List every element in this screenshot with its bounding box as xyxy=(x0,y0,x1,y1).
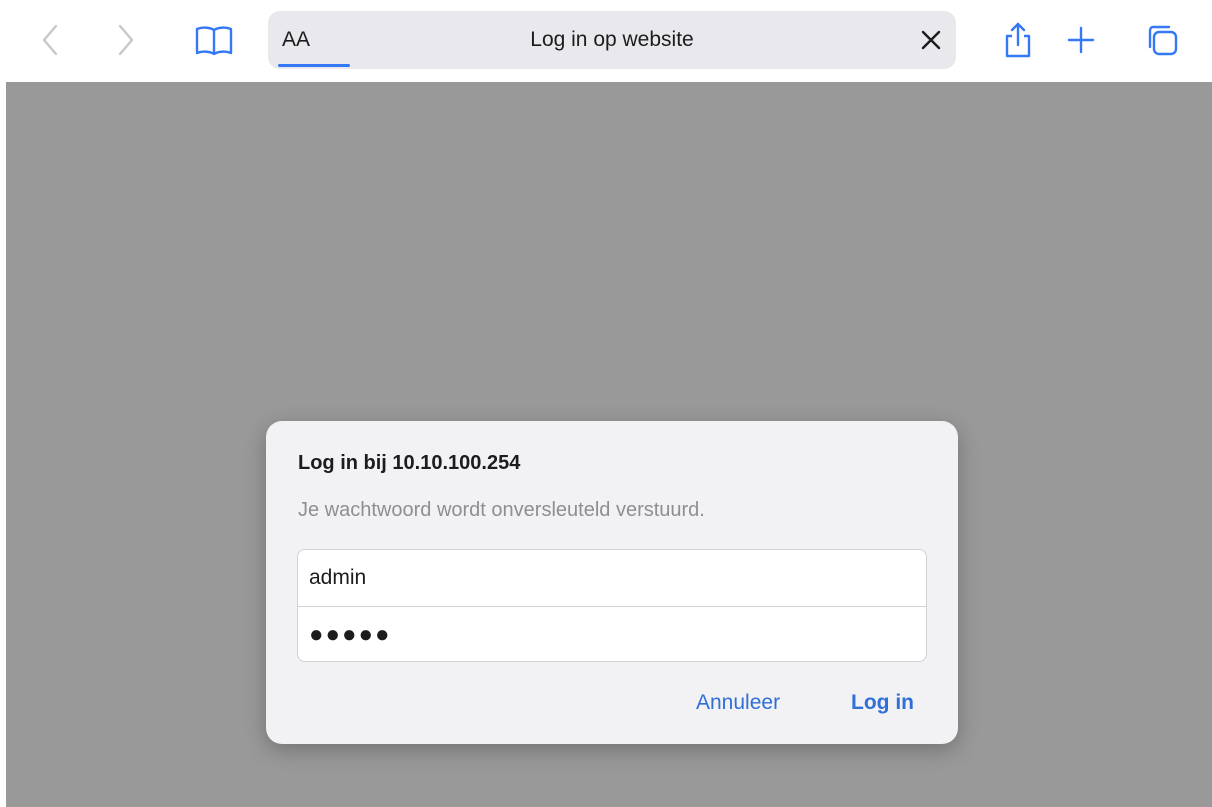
credential-fields xyxy=(297,549,927,662)
username-field[interactable] xyxy=(298,550,926,606)
stop-loading-button[interactable] xyxy=(916,25,946,55)
new-tab-button[interactable] xyxy=(1059,18,1103,62)
page-title: Log in op website xyxy=(530,28,694,51)
share-button[interactable] xyxy=(996,18,1040,62)
browser-window: AA Log in op website Log in bij 10.10.10… xyxy=(0,0,1212,807)
back-button[interactable] xyxy=(28,18,72,62)
password-field[interactable] xyxy=(298,606,926,661)
forward-button[interactable] xyxy=(104,18,148,62)
address-bar[interactable]: AA Log in op website xyxy=(268,11,956,69)
close-icon xyxy=(921,30,941,50)
chevron-right-icon xyxy=(118,24,134,56)
page-load-progress xyxy=(278,64,350,67)
dialog-title: Log in bij 10.10.100.254 xyxy=(298,452,521,474)
login-button[interactable]: Log in xyxy=(851,691,914,715)
cancel-button[interactable]: Annuleer xyxy=(696,691,780,715)
browser-toolbar: AA Log in op website xyxy=(0,0,1212,82)
plus-icon xyxy=(1067,26,1095,54)
bookmarks-button[interactable] xyxy=(192,18,236,62)
chevron-left-icon xyxy=(42,24,58,56)
tab-overview-button[interactable] xyxy=(1140,18,1184,62)
login-dialog: Log in bij 10.10.100.254 Je wachtwoord w… xyxy=(266,421,958,744)
book-icon xyxy=(195,26,233,56)
share-icon xyxy=(1005,22,1031,58)
tabs-icon xyxy=(1148,25,1178,56)
dialog-message: Je wachtwoord wordt onversleuteld verstu… xyxy=(298,499,705,521)
